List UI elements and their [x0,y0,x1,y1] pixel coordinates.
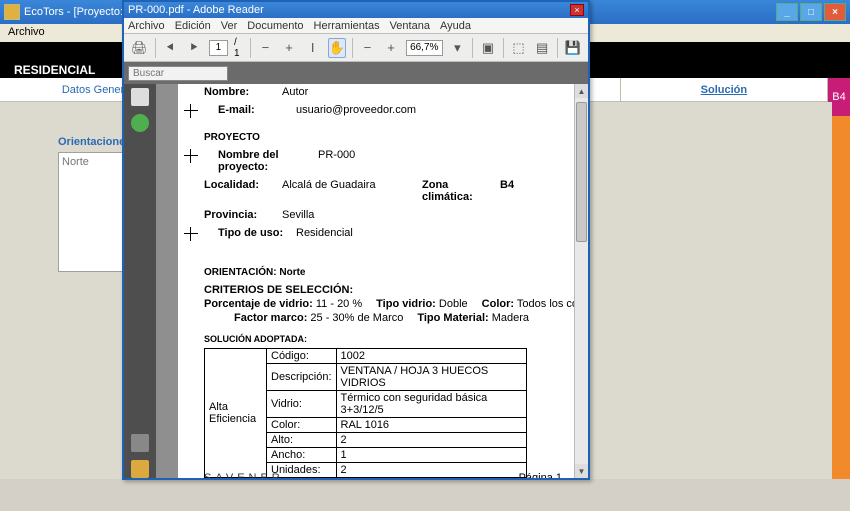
pdf-page: Nombre:Autor E-mail:usuario@proveedor.co… [178,84,582,478]
scroll-down-icon[interactable]: ▼ [575,464,588,478]
solucion-header: SOLUCIÓN ADOPTADA: [204,334,562,344]
thumbnails-icon[interactable] [131,88,149,106]
nav-solucion[interactable]: Solución [621,78,828,101]
table-row: Código: [267,349,337,364]
criterios-header: CRITERIOS DE SELECCIÓN: [204,284,562,296]
crosshair-icon [184,149,198,163]
val-tipo: Residencial [296,227,353,239]
lbl-np: Nombre del proyecto: [218,149,318,173]
vertical-scrollbar[interactable]: ▲ ▼ [574,84,588,478]
prev-page-icon[interactable]: ⯇ [161,38,179,58]
next-page-icon[interactable]: ⯈ [185,38,203,58]
toolbar-sep [155,38,156,58]
toolbar-sep [557,38,558,58]
reader-toolbar: 🖨 ⯇ ⯈ 1 / 1 − + I ✋ − + 66,7% ▾ ▣ ⬚ ▤ 💾 [124,34,588,62]
table-row: Descripción: [267,364,337,391]
toolbar-sep [472,38,473,58]
attachment-icon[interactable] [131,434,149,452]
save-icon[interactable]: 💾 [564,38,582,58]
camera-icon[interactable]: ▣ [479,38,497,58]
find-input[interactable] [128,66,228,81]
lbl-email: E-mail: [218,104,296,116]
val-email: usuario@proveedor.com [296,104,416,116]
toolbar-sep [352,38,353,58]
print-icon[interactable]: 🖨 [130,38,149,58]
lbl-zona: Zona climática: [422,179,500,203]
val-zona: B4 [500,179,514,203]
fit-page-icon[interactable]: ▤ [533,38,551,58]
zoom-in-icon[interactable]: + [280,38,298,58]
menu-herramientas[interactable]: Herramientas [314,20,380,32]
reader-menubar: Archivo Edición Ver Documento Herramient… [124,18,588,34]
pdf-reader-window: PR-000.pdf - Adobe Reader × Archivo Edic… [122,0,590,480]
zoom-dropdown-icon[interactable]: ▾ [449,38,467,58]
menu-ver[interactable]: Ver [221,20,238,32]
scroll-thumb[interactable] [576,102,587,242]
bg-close-button[interactable]: × [824,3,846,21]
bg-tab-label: RESIDENCIAL [14,63,95,77]
bg-minimize-button[interactable]: _ [776,3,798,21]
zoom-level-input[interactable]: 66,7% [406,40,443,56]
list-item[interactable]: Norte [62,156,89,168]
val-np: PR-000 [318,149,355,173]
reader-sidepanel [124,84,156,478]
brand-savener: SAVENER [204,472,284,478]
menu-edicion[interactable]: Edición [175,20,211,32]
menu-ventana[interactable]: Ventana [390,20,430,32]
menu-documento[interactable]: Documento [247,20,303,32]
app-icon [4,4,20,20]
criterios-block: CRITERIOS DE SELECCIÓN: Porcentaje de vi… [204,284,562,324]
side-strip-orange [832,116,850,479]
zoom-out2-icon[interactable]: − [359,38,377,58]
reader-titlebar[interactable]: PR-000.pdf - Adobe Reader × [124,2,588,18]
crosshair-icon [184,227,198,241]
table-row: Color: [267,418,337,433]
toolbar-sep [503,38,504,58]
scroll-up-icon[interactable]: ▲ [575,84,588,98]
lbl-loc: Localidad: [204,179,282,203]
fit-width-icon[interactable]: ⬚ [510,38,528,58]
comments-icon[interactable] [131,460,149,478]
toolbar-sep [250,38,251,58]
page-footer: SAVENER Página 1 [204,472,562,478]
reader-title: PR-000.pdf - Adobe Reader [128,4,570,16]
crosshair-icon [184,104,198,118]
zoom-out-icon[interactable]: − [257,38,275,58]
page-number-input[interactable]: 1 [209,40,228,56]
table-row: Ancho: [267,448,337,463]
reader-close-button[interactable]: × [570,4,584,16]
table-group: Alta Eficiencia [205,349,267,478]
help-icon[interactable] [131,114,149,132]
section-proyecto: PROYECTO [204,132,562,143]
table-row: Alto: [267,433,337,448]
select-tool-icon[interactable]: I [304,38,322,58]
section-orientacion: ORIENTACIÓN: Norte [204,267,562,278]
page-number: Página 1 [519,472,562,478]
val-prov: Sevilla [282,209,314,221]
lbl-nombre: Nombre: [204,86,282,98]
lbl-tipo: Tipo de uso: [218,227,296,239]
document-viewport[interactable]: Nombre:Autor E-mail:usuario@proveedor.co… [156,84,588,478]
find-bar [124,62,588,84]
val-loc: Alcalá de Guadaira [282,179,422,203]
solucion-table: Alta EficienciaCódigo:1002 Descripción:V… [204,348,527,478]
hand-tool-icon[interactable]: ✋ [328,38,346,58]
menu-ayuda[interactable]: Ayuda [440,20,471,32]
zoom-in2-icon[interactable]: + [382,38,400,58]
lbl-prov: Provincia: [204,209,282,221]
table-row: Vidrio: [267,391,337,418]
val-nombre: Autor [282,86,308,98]
bg-maximize-button[interactable]: □ [800,3,822,21]
menu-archivo[interactable]: Archivo [128,20,165,32]
page-total: / 1 [234,37,244,59]
